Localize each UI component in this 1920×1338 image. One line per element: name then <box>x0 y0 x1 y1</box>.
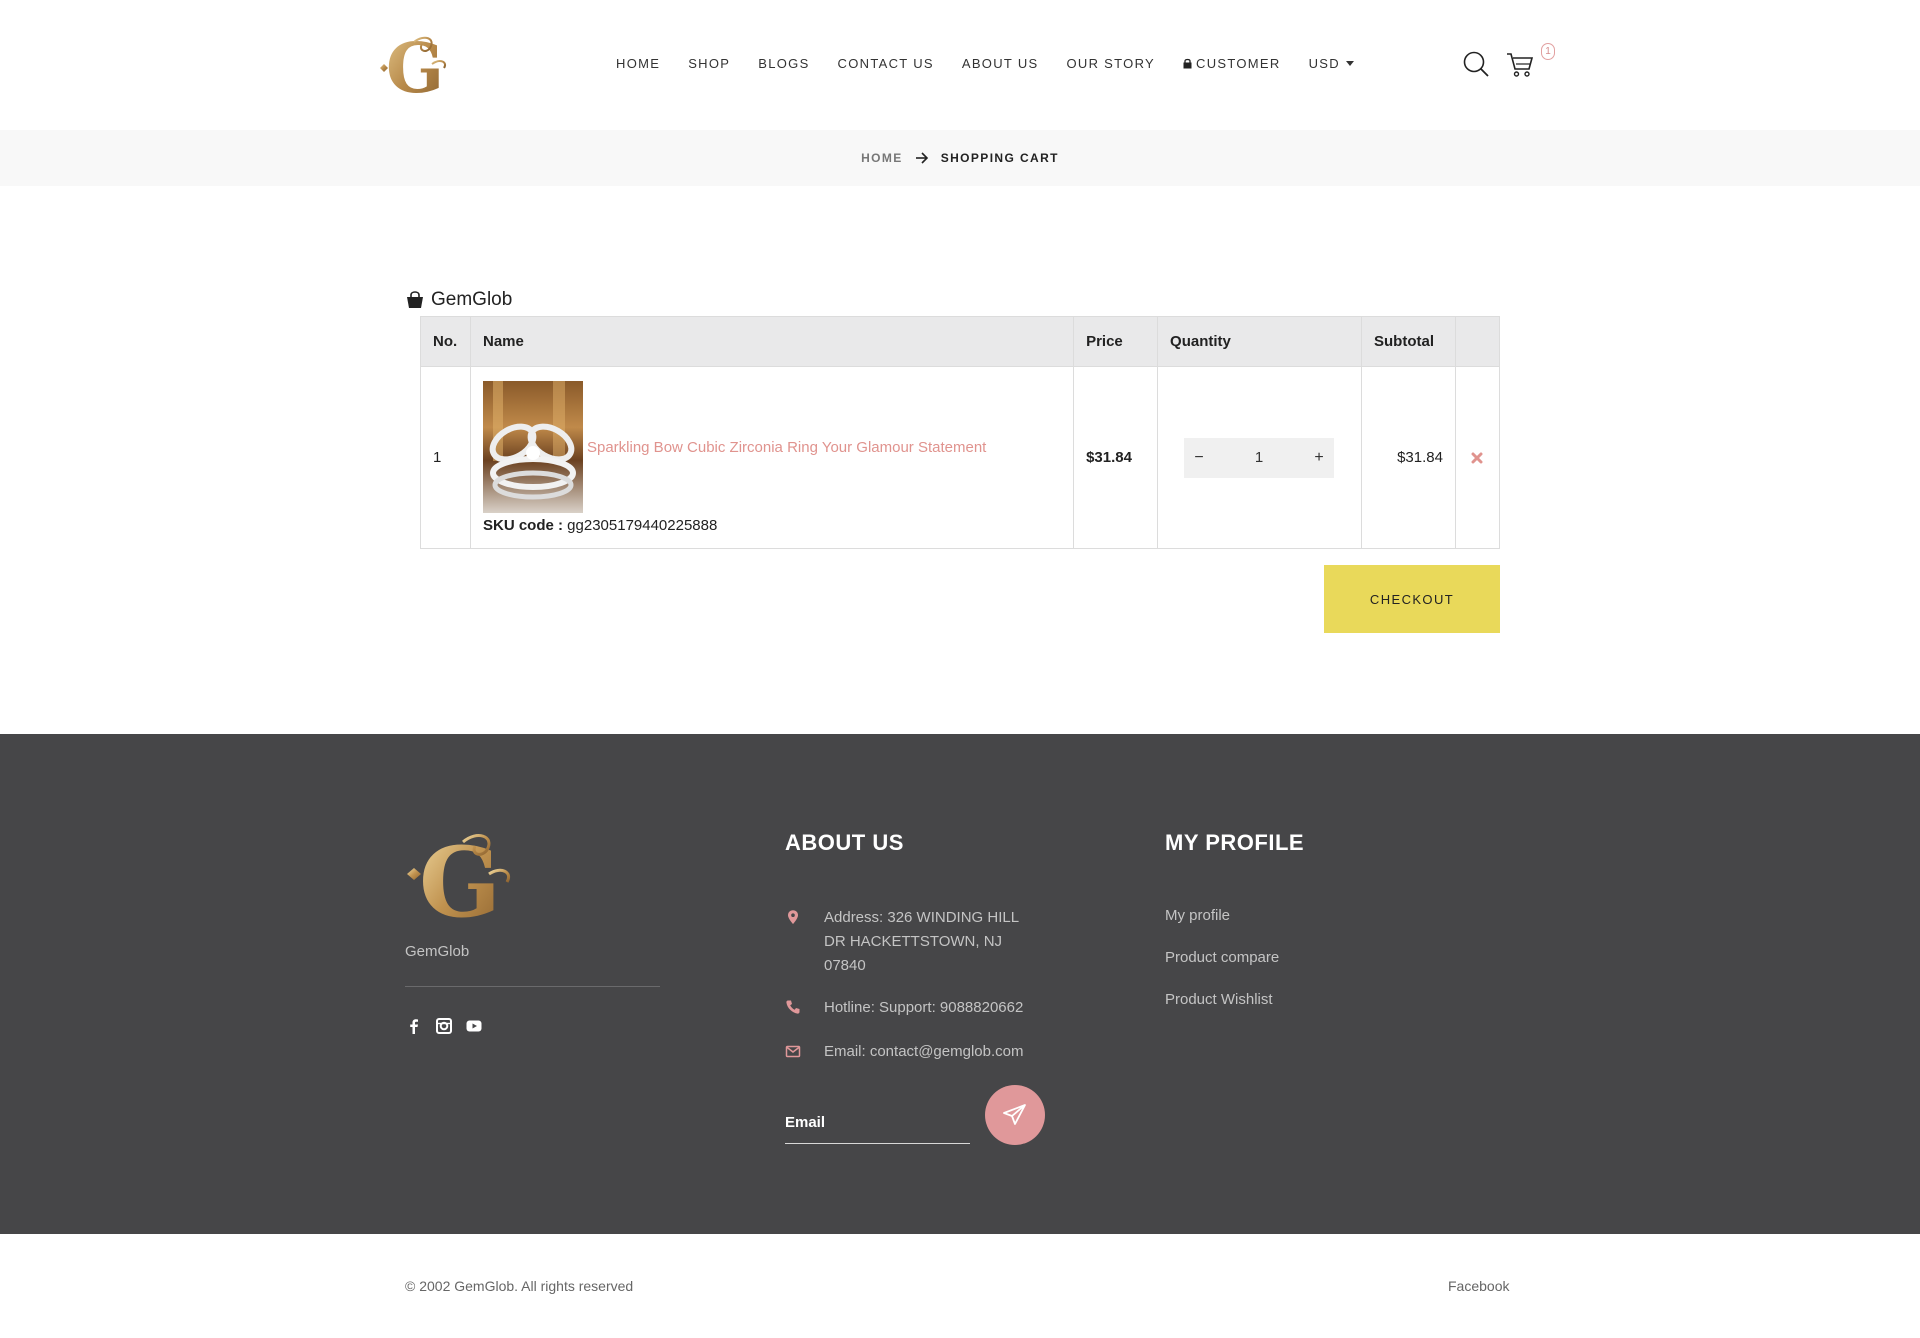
currency-label: USD <box>1308 56 1340 71</box>
breadcrumb: HOME SHOPPING CART <box>0 130 1920 186</box>
table-row: 1 Sparkling Bow Cubic Zirconia Ring Your… <box>420 366 1501 549</box>
cart-section: GemGlob No. Name Price Quantity Subtotal… <box>405 288 1501 549</box>
shop-title: GemGlob <box>405 288 1500 312</box>
main-nav: HOME SHOP BLOGS CONTACT US ABOUT US OUR … <box>616 56 1382 71</box>
mail-icon <box>785 1045 801 1058</box>
col-header-subtotal: Subtotal <box>1361 316 1456 367</box>
checkout-button[interactable]: CHECKOUT <box>1324 565 1500 633</box>
product-image[interactable] <box>482 381 583 513</box>
footer-divider <box>405 986 660 987</box>
item-quantity-cell: − 1 + <box>1157 366 1362 549</box>
gemglob-logo[interactable]: G <box>374 30 454 100</box>
hotline-line: Hotline: Support: 9088820662 <box>785 996 1023 1020</box>
profile-heading: MY PROFILE <box>1165 830 1305 855</box>
remove-cell <box>1454 366 1501 549</box>
cart-count-badge: 1 <box>1541 43 1555 60</box>
link-product-wishlist[interactable]: Product Wishlist <box>1165 991 1273 1008</box>
col-header-price: Price <box>1073 316 1159 367</box>
increment-button[interactable]: + <box>1312 449 1326 467</box>
decrement-button[interactable]: − <box>1192 449 1206 467</box>
sku-code: gg2305179440225888 <box>567 517 718 534</box>
currency-select[interactable]: USD <box>1309 56 1354 71</box>
col-header-remove <box>1454 316 1501 367</box>
nav-about-label: ABOUT US <box>961 56 1039 71</box>
nav-home-label: HOME <box>616 56 661 71</box>
item-price: $31.84 <box>1073 366 1159 549</box>
item-name-cell: Sparkling Bow Cubic Zirconia Ring Your G… <box>469 366 1075 549</box>
sku-label: SKU code : <box>482 517 563 534</box>
copyright-text: © 2002 GemGlob. All rights reserved <box>405 1278 634 1294</box>
site-footer <box>0 734 1920 1234</box>
shop-name: GemGlob <box>431 289 513 310</box>
nav-shop[interactable]: SHOP <box>688 56 730 71</box>
lock-icon <box>1183 58 1192 69</box>
nav-customer[interactable]: CUSTOMER <box>1183 56 1281 71</box>
location-pin-icon <box>788 910 798 924</box>
breadcrumb-current: SHOPPING CART <box>940 151 1059 165</box>
address-line: Address: 326 WINDING HILL DR HACKETTSTOW… <box>785 906 1044 978</box>
about-heading: ABOUT US <box>785 830 904 855</box>
bottom-facebook-link[interactable]: Facebook <box>1448 1278 1509 1294</box>
nav-story-label: OUR STORY <box>1066 56 1155 71</box>
nav-home[interactable]: HOME <box>616 56 660 71</box>
send-icon <box>1003 1104 1026 1125</box>
search-icon[interactable] <box>1462 50 1490 78</box>
footer-brand: GemGlob <box>405 943 470 960</box>
nav-our-story[interactable]: OUR STORY <box>1066 56 1155 71</box>
youtube-icon[interactable] <box>465 1017 483 1035</box>
phone-icon <box>786 1000 800 1014</box>
breadcrumb-home[interactable]: HOME <box>861 151 903 165</box>
email-text: Email: contact@gemglob.com <box>824 1043 1024 1060</box>
hotline-text: Hotline: Support: 9088820662 <box>824 999 1024 1016</box>
link-product-compare[interactable]: Product compare <box>1165 949 1279 966</box>
caret-down-icon <box>1345 61 1354 66</box>
nav-shop-label: SHOP <box>688 56 731 71</box>
nav-contact-label: CONTACT US <box>837 56 934 71</box>
link-my-profile[interactable]: My profile <box>1165 907 1230 924</box>
item-subtotal: $31.84 <box>1361 366 1456 549</box>
sku-line: SKU code : gg2305179440225888 <box>483 517 1061 534</box>
col-header-name: Name <box>469 316 1075 367</box>
email-line: Email: contact@gemglob.com <box>785 1040 1023 1064</box>
nav-contact-us[interactable]: CONTACT US <box>838 56 934 71</box>
nav-customer-label: CUSTOMER <box>1196 56 1281 71</box>
address-text: Address: 326 WINDING HILL DR HACKETTSTOW… <box>824 909 1019 974</box>
arrow-right-icon <box>915 152 928 164</box>
footer-logo[interactable]: G <box>405 828 517 924</box>
quantity-stepper: − 1 + <box>1184 437 1335 478</box>
item-no: 1 <box>420 366 471 549</box>
col-header-no: No. <box>420 316 471 367</box>
newsletter-email-input[interactable] <box>785 1090 970 1144</box>
facebook-icon[interactable] <box>405 1017 423 1035</box>
instagram-icon[interactable] <box>435 1017 453 1035</box>
shopping-bag-icon <box>407 291 423 308</box>
remove-item-icon[interactable] <box>1471 452 1483 464</box>
nav-blogs[interactable]: BLOGS <box>758 56 809 71</box>
social-links <box>405 1017 495 1035</box>
nav-blogs-label: BLOGS <box>758 56 810 71</box>
col-header-quantity: Quantity <box>1157 316 1362 367</box>
cart-icon[interactable] <box>1506 50 1534 78</box>
product-link[interactable]: Sparkling Bow Cubic Zirconia Ring Your G… <box>587 439 986 456</box>
quantity-value[interactable]: 1 <box>1255 449 1263 466</box>
cart-table: No. Name Price Quantity Subtotal 1 Spark… <box>420 316 1501 549</box>
newsletter-send-button[interactable] <box>985 1085 1045 1145</box>
site-header: G HOME SHOP BLOGS CONTACT US ABOUT US OU… <box>0 0 1920 128</box>
nav-about-us[interactable]: ABOUT US <box>962 56 1039 71</box>
cart-table-header: No. Name Price Quantity Subtotal <box>420 316 1501 367</box>
